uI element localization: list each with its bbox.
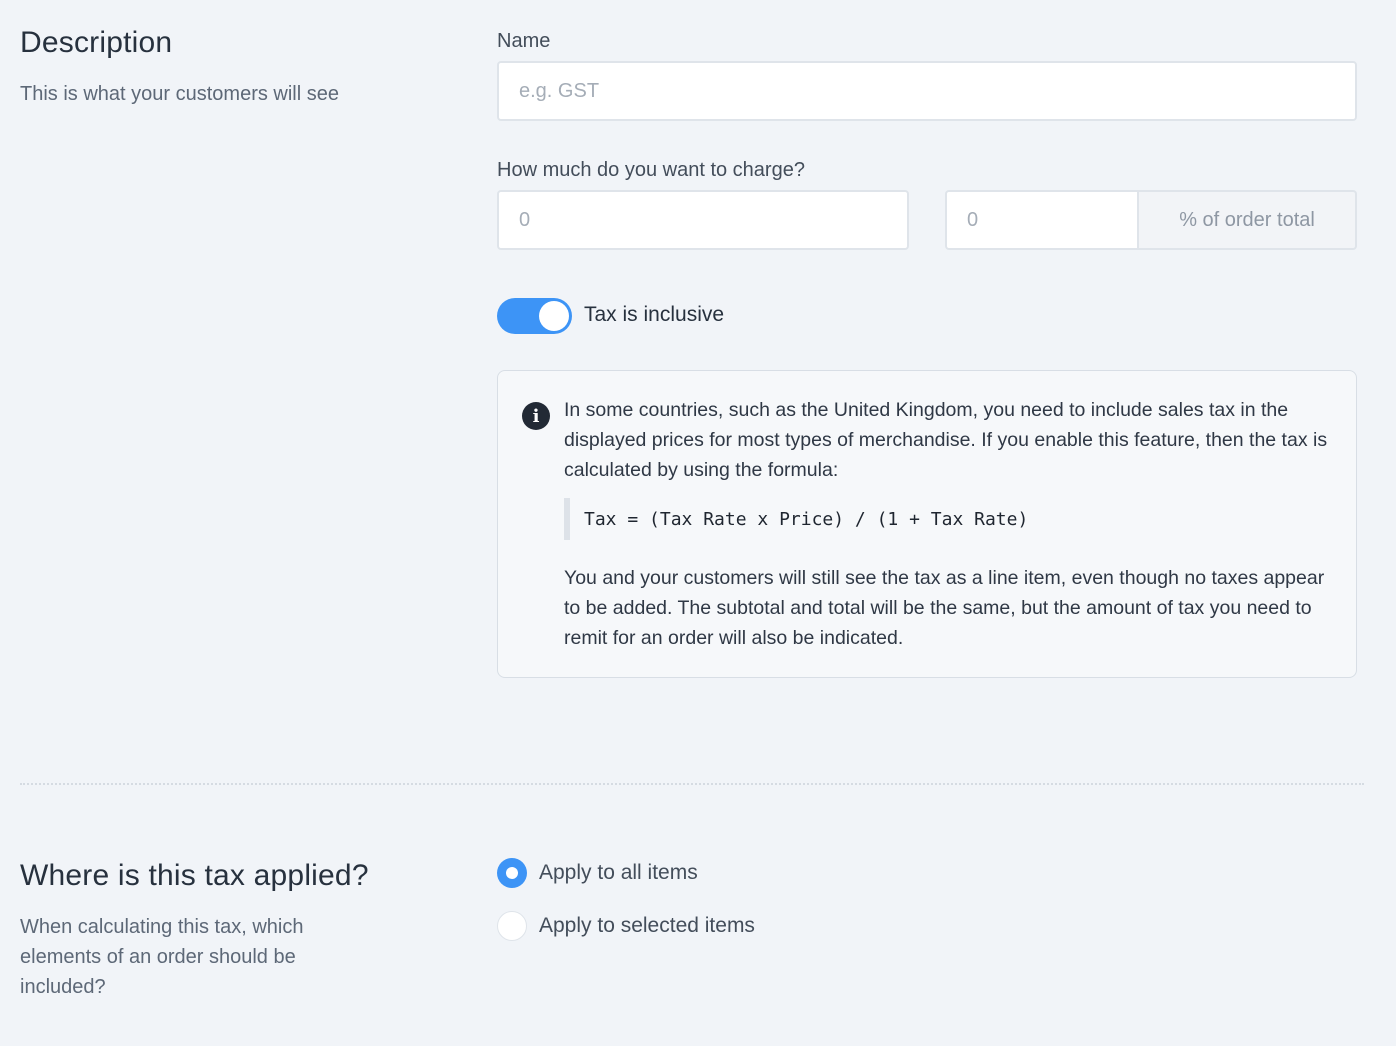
applied-title: Where is this tax applied? (20, 859, 369, 892)
tax-info-box: i In some countries, such as the United … (497, 370, 1357, 678)
charge-amount-input[interactable] (497, 190, 909, 250)
charge-percent-input[interactable] (945, 190, 1139, 250)
tax-formula: Tax = (Tax Rate x Price) / (1 + Tax Rate… (564, 498, 1028, 540)
tax-inclusive-label: Tax is inclusive (584, 303, 725, 326)
info-icon: i (522, 402, 550, 430)
tax-inclusive-toggle[interactable] (497, 298, 572, 334)
radio-apply-selected-label: Apply to selected items (539, 914, 755, 937)
section-divider (20, 783, 1364, 785)
name-input[interactable] (497, 61, 1357, 121)
radio-apply-all[interactable]: Apply to all items (497, 858, 698, 888)
description-subtitle: This is what your customers will see (20, 83, 339, 105)
radio-button-unchecked[interactable] (497, 911, 527, 941)
description-header: Description (20, 26, 172, 60)
description-title: Description (20, 26, 173, 59)
radio-apply-all-label: Apply to all items (539, 861, 698, 884)
description-section: Description This is what your customers … (0, 0, 1396, 785)
radio-button-checked[interactable] (497, 858, 527, 888)
name-label: Name (497, 30, 551, 52)
info-paragraph-1: In some countries, such as the United Ki… (564, 399, 1328, 481)
percent-suffix-addon: % of order total (1139, 190, 1357, 250)
charge-label: How much do you want to charge? (497, 159, 805, 181)
applied-subtitle-wrap: When calculating this tax, which element… (20, 912, 380, 1002)
toggle-knob (539, 301, 569, 331)
info-paragraph-2: You and your customers will still see th… (564, 567, 1325, 649)
description-subtitle-wrap: This is what your customers will see (20, 79, 339, 109)
applied-header: Where is this tax applied? (20, 859, 369, 893)
radio-apply-selected[interactable]: Apply to selected items (497, 911, 755, 941)
applied-subtitle: When calculating this tax, which element… (20, 916, 304, 998)
